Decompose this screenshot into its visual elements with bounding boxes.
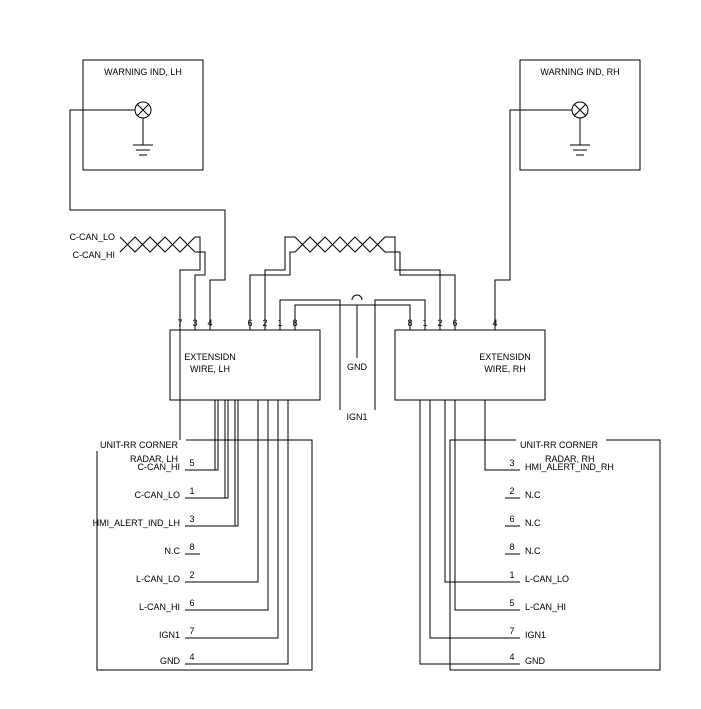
svg-text:N.C: N.C <box>525 546 541 556</box>
center-labels: GND IGN1 <box>346 362 367 422</box>
warning-ind-rh-label: WARNING IND, RH <box>540 67 619 77</box>
extension-wire-rh: EXTENSIDN WIRE, RH 8 1 2 6 4 <box>395 318 545 400</box>
svg-text:IGN1: IGN1 <box>159 630 180 640</box>
ccan-lo-label: C-CAN_LO <box>69 232 115 242</box>
svg-text:C-CAN_LO: C-CAN_LO <box>134 490 180 500</box>
ccan-hi-label: C-CAN_HI <box>72 250 115 260</box>
svg-text:L-CAN_HI: L-CAN_HI <box>139 602 180 612</box>
svg-text:8: 8 <box>189 542 194 552</box>
svg-text:2: 2 <box>189 570 194 580</box>
ign1-label: IGN1 <box>346 412 367 422</box>
svg-text:5: 5 <box>189 458 194 468</box>
svg-text:GND: GND <box>160 656 181 666</box>
ext-rh-label2: WIRE, RH <box>484 364 526 374</box>
svg-text:N.C: N.C <box>525 490 541 500</box>
svg-text:3: 3 <box>189 514 194 524</box>
wiring-diagram: WARNING IND, LH WARNING IND, RH C-CAN_LO <box>0 0 701 709</box>
svg-text:L-CAN_LO: L-CAN_LO <box>136 574 180 584</box>
gnd-label: GND <box>347 362 368 372</box>
svg-text:7: 7 <box>509 626 514 636</box>
ext-lh-label1: EXTENSIDN <box>184 352 236 362</box>
svg-text:5: 5 <box>509 598 514 608</box>
ext-lh-label2: WIRE, LH <box>190 364 230 374</box>
svg-text:3: 3 <box>509 458 514 468</box>
svg-text:6: 6 <box>509 514 514 524</box>
svg-text:C-CAN_HI: C-CAN_HI <box>137 462 180 472</box>
svg-text:1: 1 <box>509 570 514 580</box>
twisted-pair-center <box>295 237 385 252</box>
svg-text:1: 1 <box>189 486 194 496</box>
radar-lh: UNIT-RR CORNER RADAR, LH C-CAN_HI 5 C-CA… <box>93 439 312 670</box>
warning-ind-lh: WARNING IND, LH <box>83 60 203 170</box>
svg-text:HMI_ALERT_IND_LH: HMI_ALERT_IND_LH <box>93 518 180 528</box>
warning-ind-lh-label: WARNING IND, LH <box>104 67 182 77</box>
svg-text:4: 4 <box>189 652 194 662</box>
svg-text:N.C: N.C <box>525 518 541 528</box>
radar-rh: UNIT-RR CORNER RADAR, RH 3 HMI_ALERT_IND… <box>450 439 660 670</box>
svg-text:IGN1: IGN1 <box>525 630 546 640</box>
extension-wire-lh: EXTENSIDN WIRE, LH 7 3 4 6 2 1 8 <box>170 318 320 400</box>
svg-text:6: 6 <box>189 598 194 608</box>
svg-text:L-CAN_HI: L-CAN_HI <box>525 602 566 612</box>
ext-rh-label1: EXTENSIDN <box>479 352 531 362</box>
radar-rh-label1: UNIT-RR CORNER <box>520 440 598 450</box>
svg-text:HMI_ALERT_IND_RH: HMI_ALERT_IND_RH <box>525 462 614 472</box>
svg-text:L-CAN_LO: L-CAN_LO <box>525 574 569 584</box>
svg-text:N.C: N.C <box>165 546 181 556</box>
svg-text:GND: GND <box>525 656 546 666</box>
svg-text:2: 2 <box>509 486 514 496</box>
svg-text:7: 7 <box>189 626 194 636</box>
ccan-bus: C-CAN_LO C-CAN_HI <box>69 232 195 260</box>
svg-text:4: 4 <box>509 652 514 662</box>
svg-text:8: 8 <box>509 542 514 552</box>
radar-lh-label1: UNIT-RR CORNER <box>100 440 178 450</box>
warning-ind-rh: WARNING IND, RH <box>520 60 640 170</box>
